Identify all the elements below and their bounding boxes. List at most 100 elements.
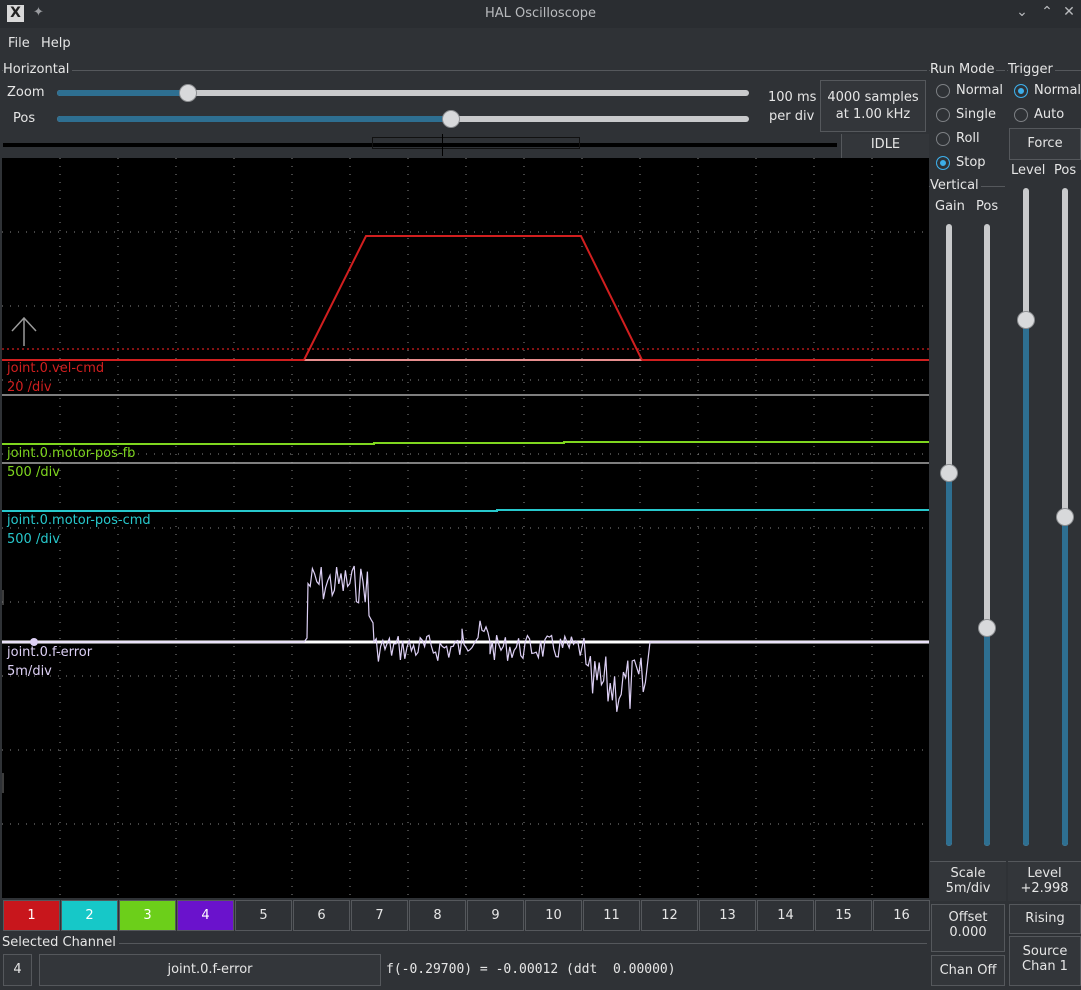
channel-button-1[interactable]: 1 — [3, 900, 60, 931]
trigger-option-label[interactable]: Auto — [1034, 107, 1064, 122]
channel-button-4[interactable]: 4 — [177, 900, 234, 931]
trigger-edge-label: Rising — [1025, 911, 1065, 926]
run-mode-radio-stop[interactable] — [936, 156, 950, 170]
gain-slider-fill — [946, 472, 952, 846]
trace4-scale: 5m/div — [7, 664, 52, 679]
run-mode-radio-normal[interactable] — [936, 84, 950, 98]
force-button[interactable]: Force — [1009, 128, 1081, 160]
pin-icon[interactable]: ✦ — [33, 5, 44, 20]
samples-line1: 4000 samples — [827, 90, 919, 105]
channel-button-2[interactable]: 2 — [61, 900, 118, 931]
trace3-scale: 500 /div — [7, 532, 60, 547]
scale-label: Scale — [950, 866, 986, 881]
pos-slider[interactable] — [57, 116, 749, 122]
samples-line2: at 1.00 kHz — [835, 107, 911, 122]
scope-plot — [2, 158, 929, 898]
trigger-arrow-icon — [11, 316, 37, 346]
trigger-source-button[interactable]: Source Chan 1 — [1009, 936, 1081, 986]
trigger-radio-normal[interactable] — [1014, 84, 1028, 98]
selected-channel-name-button[interactable]: joint.0.f-error — [39, 954, 381, 986]
run-mode-radio-single[interactable] — [936, 108, 950, 122]
channel-button-12[interactable]: 12 — [641, 900, 698, 931]
gain-slider[interactable] — [946, 224, 952, 846]
vertical-pos-slider[interactable] — [984, 224, 990, 846]
channel-button-14[interactable]: 14 — [757, 900, 814, 931]
run-mode-radio-roll[interactable] — [936, 132, 950, 146]
overview-window — [372, 137, 580, 149]
channel-button-8[interactable]: 8 — [409, 900, 466, 931]
motor-pos-cmd-trace — [2, 509, 929, 512]
scope-display[interactable]: joint.0.vel-cmd 20 /div joint.0.motor-po… — [2, 158, 929, 898]
run-mode-label: Run Mode — [930, 62, 997, 77]
vertical-pos-slider-handle[interactable] — [978, 619, 996, 638]
selected-channel-name: joint.0.f-error — [167, 962, 253, 977]
channel-button-13[interactable]: 13 — [699, 900, 756, 931]
channel-button-15[interactable]: 15 — [815, 900, 872, 931]
menu-help[interactable]: Help — [41, 36, 71, 51]
run-mode-option-label[interactable]: Roll — [956, 131, 980, 146]
trigger-label: Trigger — [1008, 62, 1055, 77]
offset-value: 0.000 — [949, 925, 987, 940]
close-icon[interactable]: ✕ — [1060, 4, 1078, 20]
channel-button-6[interactable]: 6 — [293, 900, 350, 931]
maximize-icon[interactable]: ⌃ — [1038, 4, 1056, 20]
force-button-label: Force — [1027, 136, 1063, 151]
level-readout: Level +2.998 — [1008, 861, 1081, 901]
channel-button-10[interactable]: 10 — [525, 900, 582, 931]
status-text: IDLE — [870, 137, 901, 152]
scale-readout: Scale 5m/div — [930, 861, 1006, 901]
selected-channel-label: Selected Channel — [2, 935, 119, 950]
run-mode-option-label[interactable]: Single — [956, 107, 996, 122]
trigger-edge-button[interactable]: Rising — [1009, 904, 1081, 934]
vertical-pos-slider-fill — [984, 628, 990, 846]
zoom-label: Zoom — [7, 85, 45, 100]
channel-button-3[interactable]: 3 — [119, 900, 176, 931]
menu-file[interactable]: File — [8, 36, 30, 51]
gain-label: Gain — [935, 199, 965, 214]
level-caption: Level — [1027, 866, 1062, 881]
window-title: HAL Oscilloscope — [484, 6, 597, 21]
source-line1: Source — [1022, 944, 1068, 959]
trigger-pos-slider-handle[interactable] — [1056, 508, 1074, 526]
rate-line1: 100 ms — [768, 90, 817, 105]
trigger-level-label: Level — [1011, 163, 1046, 178]
trace4-name: joint.0.f-error — [7, 645, 93, 660]
offset-button[interactable]: Offset 0.000 — [931, 904, 1005, 952]
run-mode-option-label[interactable]: Normal — [956, 83, 1003, 98]
trace1-scale: 20 /div — [7, 380, 52, 395]
channel-button-11[interactable]: 11 — [583, 900, 640, 931]
rate-line2: per div — [769, 109, 815, 124]
channel-button-7[interactable]: 7 — [351, 900, 408, 931]
trace2-name: joint.0.motor-pos-fb — [7, 446, 136, 461]
offset-label: Offset — [948, 910, 988, 925]
trigger-option-label[interactable]: Normal — [1034, 83, 1081, 98]
overview-trigger-marker — [442, 134, 443, 156]
trigger-level-slider[interactable] — [1023, 188, 1029, 846]
horizontal-group-label: Horizontal — [3, 62, 73, 77]
minimize-icon[interactable]: ⌄ — [1013, 4, 1031, 20]
run-mode-option-label[interactable]: Stop — [956, 155, 986, 170]
channel-button-9[interactable]: 9 — [467, 900, 524, 931]
channel-button-16[interactable]: 16 — [873, 900, 930, 931]
selected-channel-number-text: 4 — [13, 962, 22, 977]
title-bar: HAL Oscilloscope X ✦ ⌄ ⌃ ✕ — [0, 0, 1081, 28]
selected-channel-number: 4 — [3, 954, 32, 986]
trigger-pos-label: Pos — [1054, 163, 1077, 178]
channel-button-5[interactable]: 5 — [235, 900, 292, 931]
zoom-slider-handle[interactable] — [179, 84, 198, 102]
level-value: +2.998 — [1020, 881, 1069, 896]
pos-slider-handle[interactable] — [442, 110, 461, 128]
trigger-pos-slider-fill — [1062, 517, 1068, 846]
gain-slider-handle[interactable] — [940, 463, 958, 482]
zoom-slider[interactable] — [57, 90, 749, 96]
chan-off-label: Chan Off — [939, 963, 997, 978]
vel-cmd-trace — [303, 235, 643, 361]
trigger-radio-auto[interactable] — [1014, 108, 1028, 122]
record-overview[interactable] — [3, 134, 839, 156]
pos-label: Pos — [13, 111, 36, 126]
selected-channel-group — [2, 943, 927, 944]
trigger-level-slider-handle[interactable] — [1017, 310, 1035, 329]
chan-off-button[interactable]: Chan Off — [931, 955, 1005, 986]
app-logo-icon: X — [7, 5, 24, 22]
zoom-slider-fill — [57, 90, 189, 96]
